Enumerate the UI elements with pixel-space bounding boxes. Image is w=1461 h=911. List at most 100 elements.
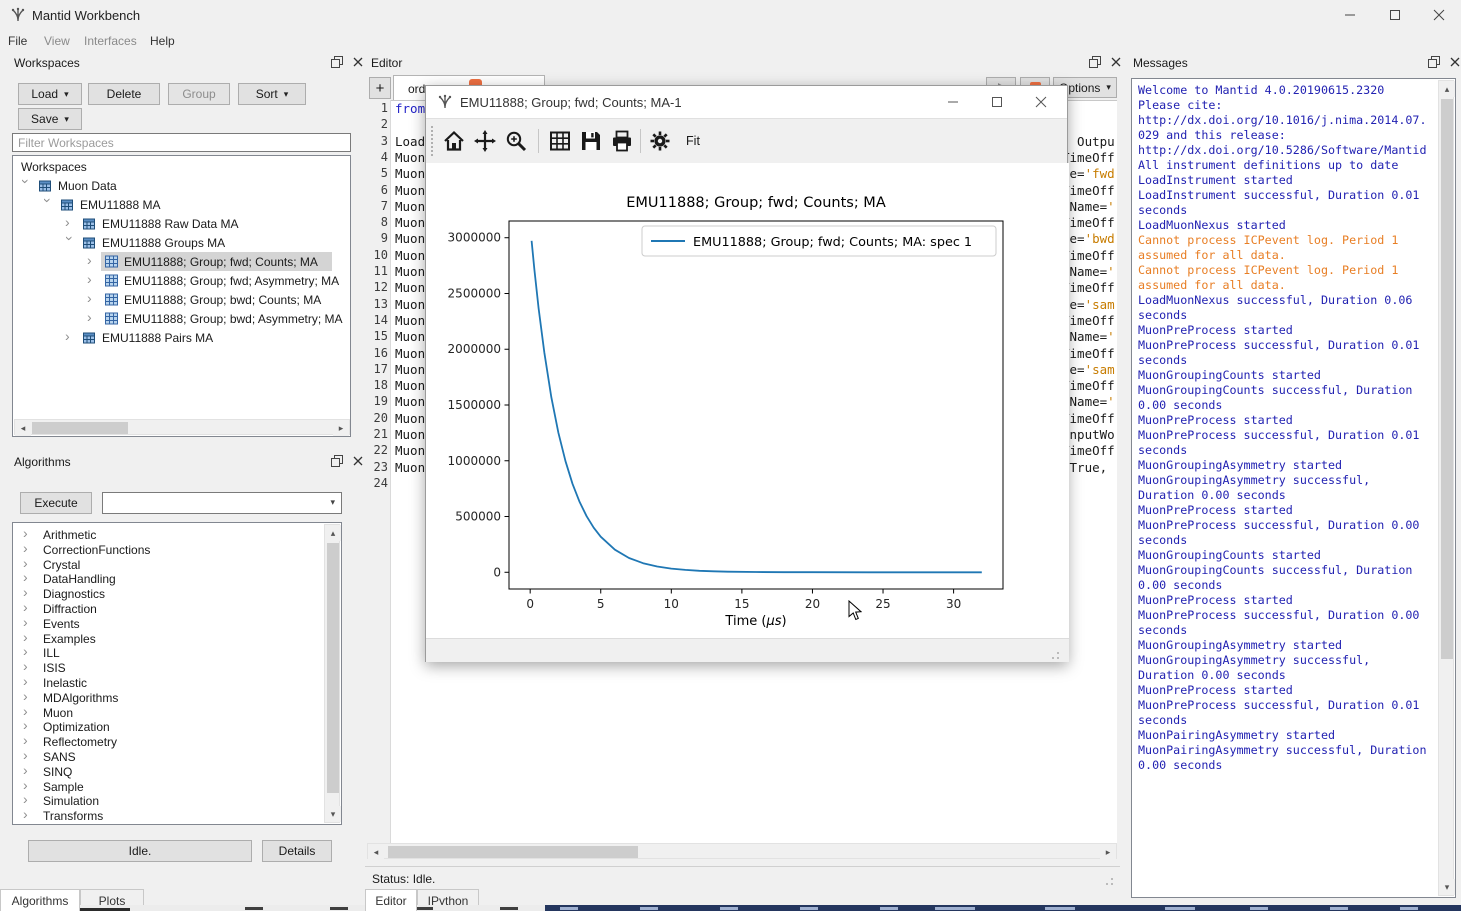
zoom-button[interactable] <box>502 127 530 155</box>
save-button[interactable]: Save▾ <box>18 108 82 130</box>
plot-window-titlebar[interactable]: EMU11888; Group; fwd; Counts; MA-1 <box>426 86 1067 119</box>
expand-chevron-icon[interactable]: › <box>23 528 33 538</box>
tree-item[interactable]: ›EMU11888 MA <box>13 197 350 216</box>
expand-chevron-icon[interactable]: › <box>23 676 33 686</box>
tab-editor[interactable]: Editor <box>365 889 417 911</box>
expand-chevron-icon[interactable]: › <box>23 750 33 760</box>
scrollbar-thumb[interactable] <box>388 846 638 858</box>
delete-button[interactable]: Delete <box>88 83 160 105</box>
algorithm-category[interactable]: ›Transforms <box>13 809 341 824</box>
customize-button[interactable] <box>646 127 674 155</box>
toolbar-drag-handle[interactable] <box>431 126 433 156</box>
expand-chevron-icon[interactable]: › <box>87 293 97 303</box>
scroll-right-arrow[interactable]: ▸ <box>333 420 349 436</box>
menu-help[interactable]: Help <box>150 34 175 48</box>
details-button[interactable]: Details <box>262 840 332 862</box>
combobox-dropdown-arrow[interactable]: ▾ <box>330 497 335 508</box>
minimize-button[interactable] <box>1327 0 1372 30</box>
expand-chevron-icon[interactable]: › <box>23 543 33 553</box>
maximize-button[interactable] <box>1372 0 1417 30</box>
close-button[interactable] <box>1416 0 1461 30</box>
expand-chevron-icon[interactable]: › <box>65 331 75 341</box>
tree-item[interactable]: ›EMU11888; Group; fwd; Counts; MA <box>13 254 350 273</box>
menu-file[interactable]: File <box>8 34 27 48</box>
load-button[interactable]: Load▾ <box>18 83 82 105</box>
sort-button[interactable]: Sort▾ <box>238 83 306 105</box>
expand-chevron-icon[interactable]: › <box>23 558 33 568</box>
float-dock-icon[interactable] <box>330 454 344 468</box>
subplots-button[interactable] <box>546 127 574 155</box>
close-dock-icon[interactable] <box>351 454 365 468</box>
filter-workspaces-input[interactable] <box>12 133 351 152</box>
execute-button[interactable]: Execute <box>20 492 92 514</box>
fit-button[interactable]: Fit <box>676 127 710 155</box>
collapse-chevron-icon[interactable]: › <box>43 198 53 208</box>
float-dock-icon[interactable] <box>1088 55 1102 69</box>
tree-item[interactable]: ›EMU11888; Group; fwd; Asymmetry; MA <box>13 273 350 292</box>
expand-chevron-icon[interactable]: › <box>23 617 33 627</box>
editor-hscrollbar[interactable]: ◂ ▸ <box>367 843 1117 859</box>
algorithm-progress-button[interactable]: Idle. <box>28 840 252 862</box>
expand-chevron-icon[interactable]: › <box>23 706 33 716</box>
print-button[interactable] <box>608 127 636 155</box>
expand-chevron-icon[interactable]: › <box>23 735 33 745</box>
tree-item[interactable]: ›EMU11888; Group; bwd; Asymmetry; MA <box>13 311 350 330</box>
expand-chevron-icon[interactable]: › <box>65 217 75 227</box>
expand-chevron-icon[interactable]: › <box>23 632 33 642</box>
scrollbar-thumb[interactable] <box>32 422 128 434</box>
expand-chevron-icon[interactable]: › <box>23 572 33 582</box>
expand-chevron-icon[interactable]: › <box>23 661 33 671</box>
workspaces-hscrollbar[interactable]: ◂ ▸ <box>14 419 350 435</box>
tree-item[interactable]: ›Muon Data <box>13 178 350 197</box>
tree-item[interactable]: ›EMU11888 Raw Data MA <box>13 216 350 235</box>
tab-algorithms[interactable]: Algorithms <box>0 889 80 911</box>
menu-view[interactable]: View <box>44 34 70 48</box>
save-figure-button[interactable] <box>577 127 605 155</box>
expand-chevron-icon[interactable]: › <box>87 312 97 322</box>
plot-canvas[interactable]: 0510152025300500000100000015000002000000… <box>426 163 1069 638</box>
expand-chevron-icon[interactable]: › <box>23 794 33 804</box>
expand-chevron-icon[interactable]: › <box>87 274 97 284</box>
expand-chevron-icon[interactable]: › <box>23 646 33 656</box>
menu-interfaces[interactable]: Interfaces <box>84 34 137 48</box>
close-dock-icon[interactable] <box>1109 55 1123 69</box>
expand-chevron-icon[interactable]: › <box>23 602 33 612</box>
close-button[interactable] <box>1020 86 1062 118</box>
scroll-up-arrow[interactable]: ▴ <box>325 525 341 541</box>
new-tab-button[interactable]: + <box>369 77 391 99</box>
float-dock-icon[interactable] <box>1427 55 1441 69</box>
scroll-up-arrow[interactable]: ▴ <box>1439 81 1455 97</box>
maximize-button[interactable] <box>976 86 1018 118</box>
scroll-left-arrow[interactable]: ◂ <box>368 844 384 860</box>
home-button[interactable] <box>440 127 468 155</box>
tree-item[interactable]: ›EMU11888 Pairs MA <box>13 330 350 349</box>
scroll-left-arrow[interactable]: ◂ <box>15 420 31 436</box>
scroll-down-arrow[interactable]: ▾ <box>1439 879 1455 895</box>
resize-grip[interactable] <box>1051 649 1060 663</box>
scrollbar-thumb[interactable] <box>1441 99 1453 659</box>
tree-item[interactable]: ›EMU11888; Group; bwd; Counts; MA <box>13 292 350 311</box>
group-button[interactable]: Group <box>168 83 230 105</box>
collapse-chevron-icon[interactable]: › <box>65 236 75 246</box>
expand-chevron-icon[interactable]: › <box>23 809 33 819</box>
resize-grip[interactable] <box>1105 875 1114 889</box>
expand-chevron-icon[interactable]: › <box>87 255 97 265</box>
expand-chevron-icon[interactable]: › <box>23 587 33 597</box>
pan-button[interactable] <box>471 127 499 155</box>
algorithms-vscrollbar[interactable]: ▴ ▾ <box>324 524 340 823</box>
expand-chevron-icon[interactable]: › <box>23 780 33 790</box>
expand-chevron-icon[interactable]: › <box>23 765 33 775</box>
scrollbar-thumb[interactable] <box>327 543 339 793</box>
close-dock-icon[interactable] <box>1448 55 1461 69</box>
expand-chevron-icon[interactable]: › <box>23 691 33 701</box>
scroll-down-arrow[interactable]: ▾ <box>325 806 341 822</box>
messages-vscrollbar[interactable]: ▴ ▾ <box>1438 80 1454 896</box>
close-dock-icon[interactable] <box>351 55 365 69</box>
plot-figure-window[interactable]: EMU11888; Group; fwd; Counts; MA-1 Fit 0… <box>425 85 1068 662</box>
minimize-button[interactable] <box>932 86 974 118</box>
expand-chevron-icon[interactable]: › <box>23 720 33 730</box>
float-dock-icon[interactable] <box>330 55 344 69</box>
scroll-right-arrow[interactable]: ▸ <box>1100 844 1116 860</box>
algorithm-search-combobox[interactable]: ▾ <box>102 492 342 514</box>
collapse-chevron-icon[interactable]: › <box>21 179 31 189</box>
